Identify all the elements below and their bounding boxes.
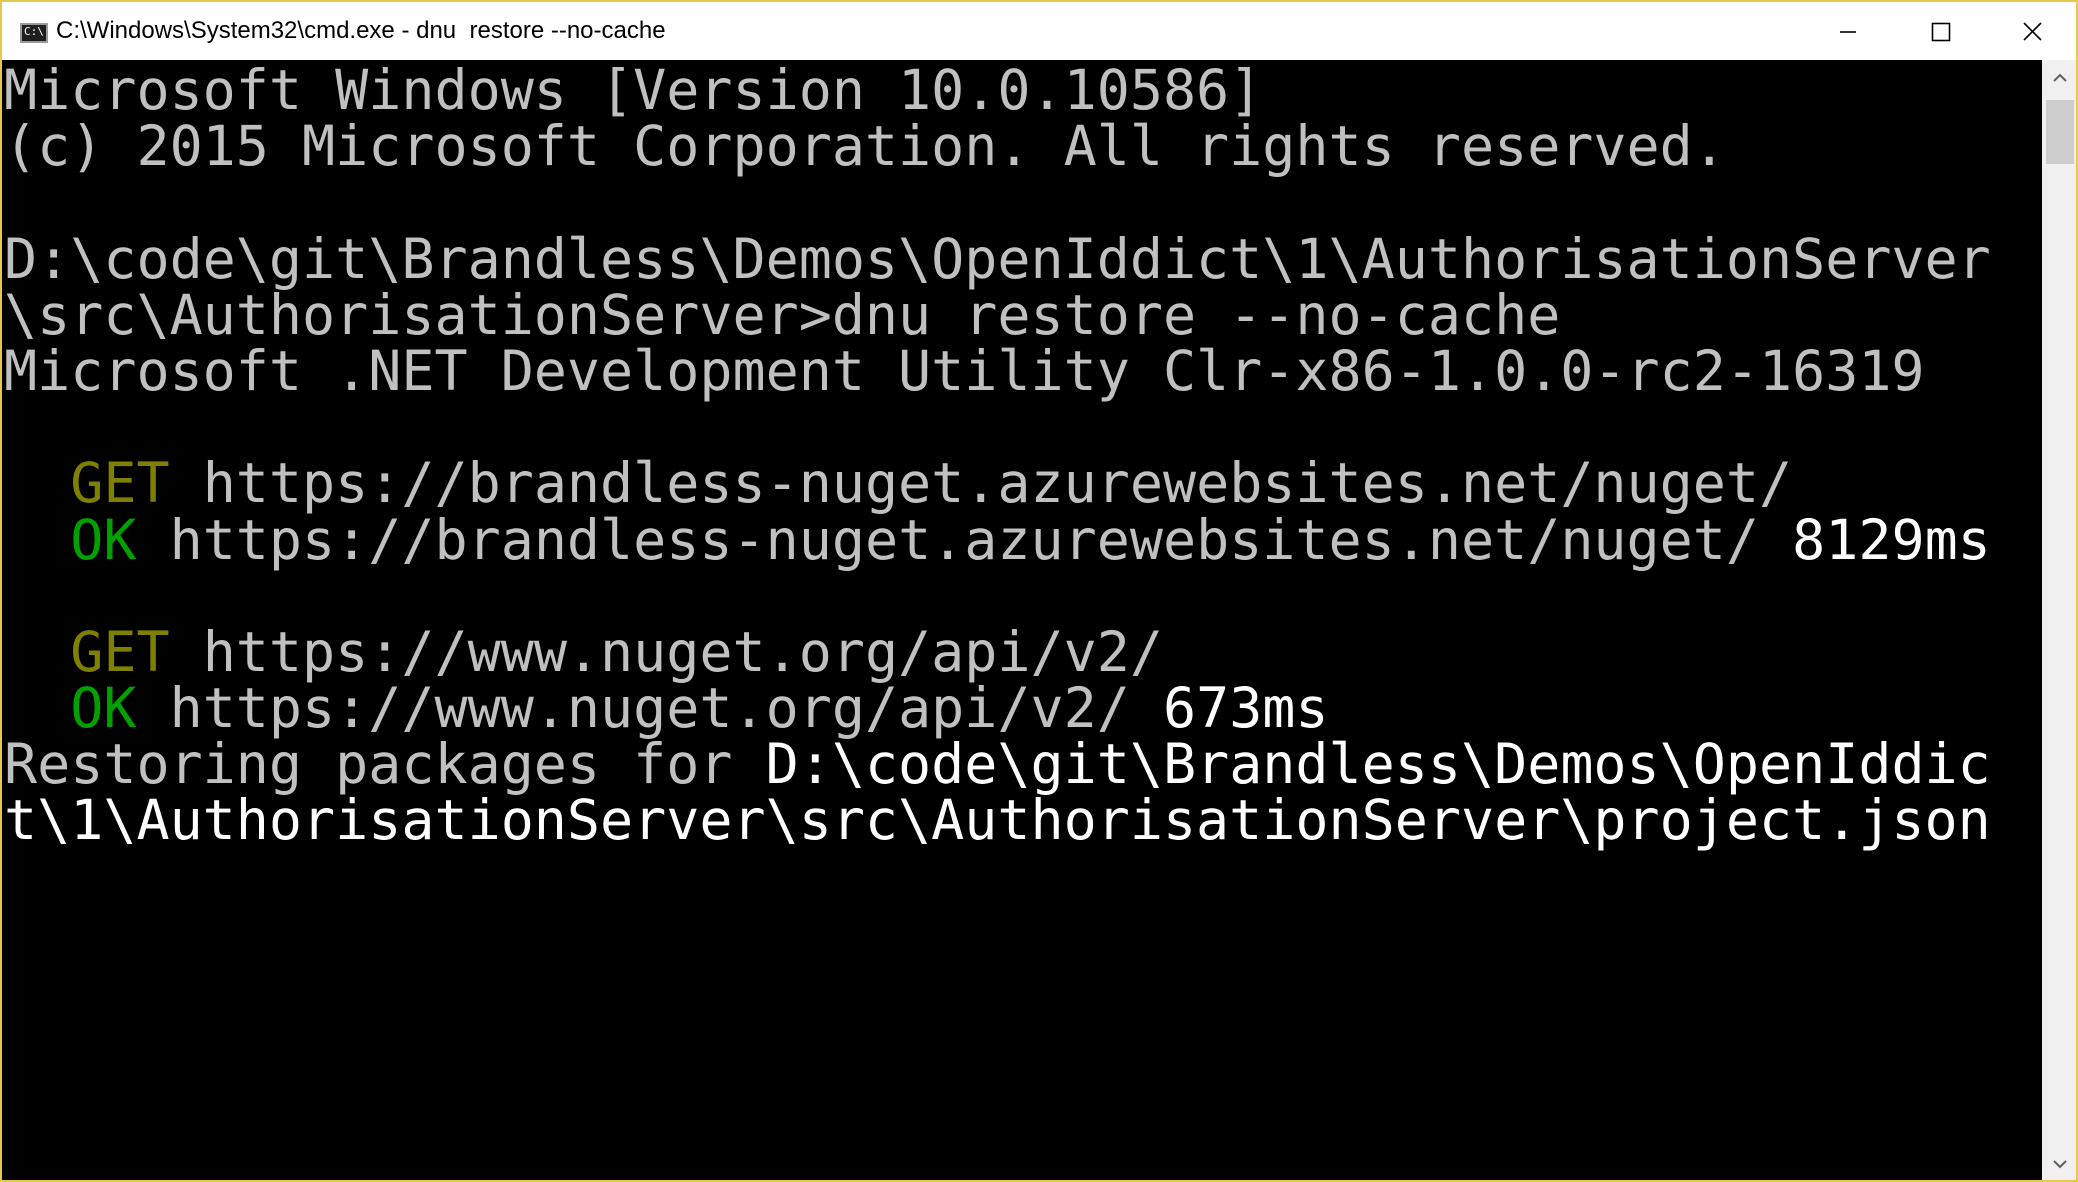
console-text: t\1\AuthorisationServer\src\Authorisatio… bbox=[4, 788, 1991, 853]
console-line: Microsoft Windows [Version 10.0.10586] bbox=[4, 62, 1991, 118]
console-text: Microsoft .NET Development Utility Clr-x… bbox=[4, 338, 1925, 403]
console-line: GET https://brandless-nuget.azurewebsite… bbox=[4, 455, 1991, 511]
scrollbar-thumb[interactable] bbox=[2046, 100, 2074, 164]
console-text: https://www.nuget.org/api/v2/ bbox=[136, 676, 1130, 741]
scroll-down-arrow-icon[interactable] bbox=[2042, 1146, 2076, 1180]
console-text: D:\code\git\Brandless\Demos\OpenIddict\1… bbox=[4, 226, 1991, 291]
console-text: GET bbox=[70, 451, 170, 516]
console-line: OK https://brandless-nuget.azurewebsites… bbox=[4, 511, 1991, 568]
console-text: (c) 2015 Microsoft Corporation. All righ… bbox=[4, 114, 1726, 179]
console-text: OK bbox=[70, 507, 137, 572]
console-line: Microsoft .NET Development Utility Clr-x… bbox=[4, 343, 1991, 399]
maximize-button[interactable] bbox=[1894, 2, 1986, 60]
close-icon bbox=[2023, 22, 2042, 41]
window-title: C:\Windows\System32\cmd.exe - dnu restor… bbox=[56, 17, 666, 44]
console-text: 8129ms bbox=[1759, 507, 1991, 572]
console-text: GET bbox=[70, 619, 170, 684]
console-line: \src\AuthorisationServer>dnu restore --n… bbox=[4, 287, 1991, 343]
vertical-scrollbar[interactable] bbox=[2042, 60, 2076, 1180]
console-text: https://brandless-nuget.azurewebsites.ne… bbox=[136, 507, 1759, 572]
console-window: C:\ C:\Windows\System32\cmd.exe - dnu re… bbox=[0, 0, 2078, 1182]
cmd-console-icon-glyph: C:\ bbox=[24, 25, 44, 38]
console-text: https://brandless-nuget.azurewebsites.ne… bbox=[169, 451, 1793, 516]
console-line: GET https://www.nuget.org/api/v2/ bbox=[4, 624, 1991, 680]
console-text: \src\AuthorisationServer>dnu restore --n… bbox=[4, 282, 1561, 347]
minimize-button[interactable] bbox=[1802, 2, 1894, 60]
console-text: 673ms bbox=[1129, 676, 1329, 741]
console-line: OK https://www.nuget.org/api/v2/ 673ms bbox=[4, 680, 1991, 736]
console-text: D:\code\git\Brandless\Demos\OpenIddic bbox=[765, 732, 1991, 797]
close-button[interactable] bbox=[1986, 2, 2076, 60]
maximize-icon bbox=[1931, 22, 1951, 42]
console-lines: Microsoft Windows [Version 10.0.10586] (c… bbox=[4, 62, 1991, 849]
console-line: Restoring packages for D:\code\git\Brand… bbox=[4, 736, 1991, 792]
console-line: D:\code\git\Brandless\Demos\OpenIddict\1… bbox=[4, 230, 1991, 287]
console-output[interactable]: Microsoft Windows [Version 10.0.10586] (c… bbox=[2, 60, 2042, 1180]
console-text: https://www.nuget.org/api/v2/ bbox=[169, 619, 1163, 684]
scroll-up-arrow-icon[interactable] bbox=[2042, 60, 2076, 96]
console-text: Microsoft Windows [Version 10.0.10586] bbox=[4, 58, 1263, 122]
console-line: t\1\AuthorisationServer\src\Authorisatio… bbox=[4, 792, 1991, 848]
console-line: (c) 2015 Microsoft Corporation. All righ… bbox=[4, 118, 1991, 174]
title-bar[interactable]: C:\ C:\Windows\System32\cmd.exe - dnu re… bbox=[2, 2, 2076, 60]
minimize-icon bbox=[1840, 31, 1856, 33]
cmd-console-icon[interactable]: C:\ bbox=[20, 23, 48, 43]
console-text: Restoring packages for bbox=[4, 732, 766, 797]
console-text: OK bbox=[70, 676, 137, 741]
